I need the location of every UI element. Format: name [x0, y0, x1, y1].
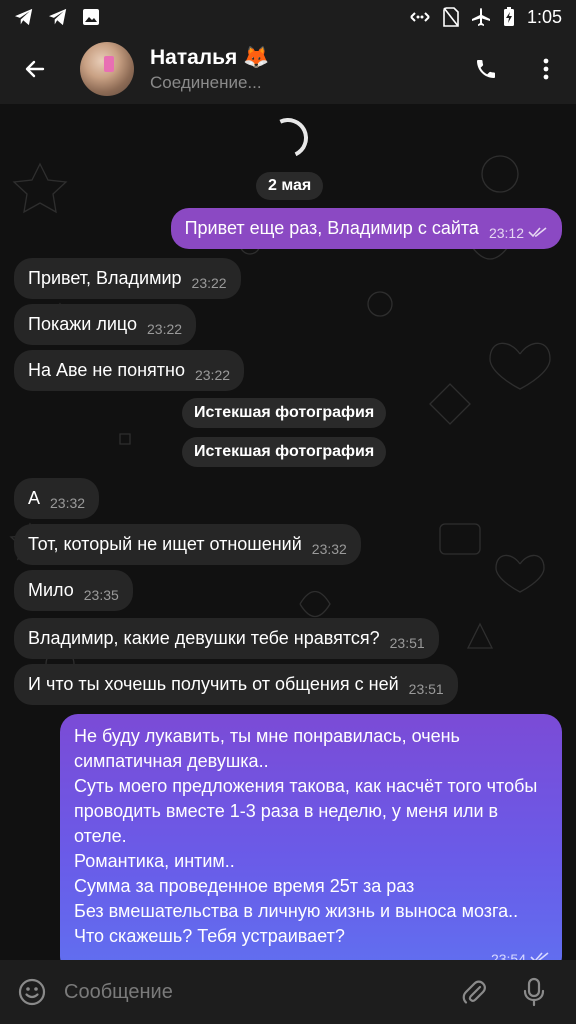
contact-name: Наталья 🦊	[150, 45, 270, 69]
telegram-icon	[49, 8, 67, 26]
double-check-icon	[530, 945, 550, 960]
connection-status: Соединение...	[150, 72, 262, 92]
outgoing-message[interactable]: Не буду лукавить, ты мне понравилась, оч…	[60, 714, 562, 960]
more-options-button[interactable]	[516, 39, 576, 99]
smiley-icon	[18, 978, 46, 1006]
message-time: 23:35	[83, 587, 119, 603]
status-bar: 1:05	[0, 0, 576, 34]
message-text: Мило	[28, 580, 74, 600]
message-text: Тот, который не ищет отношений	[28, 534, 302, 554]
message-input[interactable]	[64, 972, 444, 1012]
voice-record-button[interactable]	[504, 960, 564, 1024]
message-time: 23:51	[408, 681, 444, 697]
incoming-message[interactable]: На Аве не понятно 23:22	[14, 350, 245, 391]
message-text: Не буду лукавить, ты мне понравилась, оч…	[74, 726, 538, 946]
avatar[interactable]	[80, 42, 134, 96]
message-text: Владимир, какие девушки тебе нравятся?	[28, 628, 380, 648]
attach-button[interactable]	[444, 960, 504, 1024]
outgoing-message[interactable]: Привет еще раз, Владимир с сайта 23:12	[170, 208, 562, 249]
contact-info[interactable]: Наталья 🦊 Соединение...	[150, 46, 269, 93]
expired-photo-notice[interactable]: Истекшая фотография	[182, 437, 387, 467]
message-time: 23:32	[50, 495, 86, 511]
expired-photo-notice[interactable]: Истекшая фотография	[182, 398, 387, 428]
more-vertical-icon	[543, 58, 549, 80]
incoming-message[interactable]: Привет, Владимир 23:22	[14, 258, 241, 299]
message-time: 23:22	[191, 275, 227, 291]
message-time: 23:12	[488, 225, 524, 241]
incoming-message[interactable]: Владимир, какие девушки тебе нравятся? 23…	[14, 618, 439, 659]
message-text: А	[28, 488, 41, 508]
chat-header: Наталья 🦊 Соединение...	[0, 34, 576, 104]
message-time: 23:22	[147, 321, 183, 337]
airplane-icon	[471, 8, 490, 26]
data-transfer-icon	[410, 12, 430, 22]
incoming-message[interactable]: Тот, который не ищет отношений 23:32	[14, 524, 361, 565]
message-composer	[0, 960, 576, 1024]
message-time: 23:51	[389, 635, 425, 651]
arrow-left-icon	[25, 60, 45, 78]
no-sim-icon	[443, 7, 459, 27]
gallery-icon	[83, 9, 99, 25]
message-time: 23:22	[194, 367, 231, 383]
status-time: 1:05	[526, 6, 562, 27]
message-text: Покажи лицо	[28, 314, 138, 334]
battery-charging-icon	[503, 7, 514, 26]
incoming-message[interactable]: Покажи лицо 23:22	[14, 304, 197, 345]
double-check-icon	[528, 220, 548, 244]
microphone-icon	[523, 977, 545, 1007]
message-time: 23:54	[490, 951, 526, 960]
call-button[interactable]	[456, 39, 516, 99]
phone-icon	[477, 60, 495, 78]
emoji-button[interactable]	[0, 960, 64, 1024]
message-text: Привет, Владимир	[28, 268, 182, 288]
paperclip-icon	[462, 980, 486, 1004]
date-separator: 2 мая	[256, 172, 324, 200]
message-time: 23:32	[311, 541, 347, 557]
back-button[interactable]	[0, 34, 70, 104]
telegram-icon	[15, 8, 33, 26]
incoming-message[interactable]: А 23:32	[14, 478, 100, 519]
incoming-message[interactable]: Мило 23:35	[14, 570, 133, 611]
incoming-message[interactable]: И что ты хочешь получить от общения с не…	[14, 664, 458, 705]
message-text: На Аве не понятно	[28, 360, 185, 380]
message-list[interactable]: 2 мая Привет еще раз, Владимир с сайта 23…	[0, 104, 576, 960]
message-text: И что ты хочешь получить от общения с не…	[28, 674, 399, 694]
message-text: Привет еще раз, Владимир с сайта	[184, 218, 479, 238]
